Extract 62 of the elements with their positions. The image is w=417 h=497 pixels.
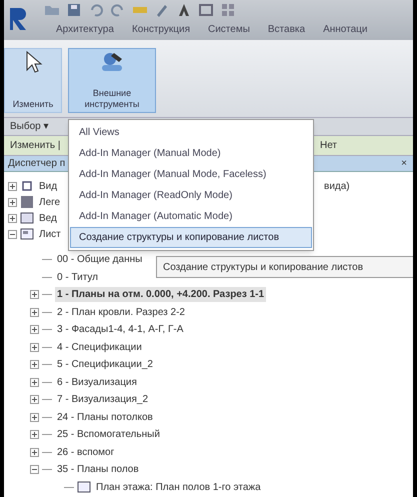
- close-button[interactable]: ×: [401, 156, 407, 171]
- view-icon[interactable]: [198, 2, 214, 18]
- expand-icon[interactable]: [30, 412, 39, 422]
- ribbon-tab[interactable]: Системы: [200, 20, 258, 38]
- tree-item[interactable]: 25 - Вспомогательный: [55, 427, 162, 442]
- sheet-icon: [77, 481, 91, 494]
- expand-icon[interactable]: [30, 430, 39, 440]
- pen-icon[interactable]: [154, 2, 170, 18]
- ribbon-button[interactable]: Внешние инструменты: [68, 48, 156, 113]
- collapse-icon[interactable]: [8, 230, 17, 238]
- tree-item[interactable]: 0 - Титул: [55, 270, 100, 285]
- ribbon-tab[interactable]: Архитектура: [48, 20, 122, 38]
- expand-icon[interactable]: [8, 182, 17, 190]
- expand-icon[interactable]: [8, 214, 17, 222]
- expand-icon[interactable]: [30, 290, 39, 300]
- menu-item[interactable]: Add-In Manager (ReadOnly Mode): [70, 185, 312, 206]
- expand-icon[interactable]: [30, 360, 39, 370]
- options-label: Изменить |: [9, 139, 60, 153]
- tree-item[interactable]: Лист: [37, 226, 63, 242]
- tree-item[interactable]: 26 - вспомог: [55, 444, 116, 460]
- expand-icon[interactable]: [30, 325, 39, 334]
- tooltip: Создание структуры и копирование листов: [156, 256, 413, 278]
- schedule-icon: [20, 211, 34, 225]
- ribbon-tab[interactable]: Конструкция: [124, 20, 198, 38]
- tree-item[interactable]: Леге: [37, 194, 62, 210]
- tree-item[interactable]: 4 - Спецификации: [55, 340, 144, 355]
- tree-item[interactable]: 7 - Визуализация_2: [55, 392, 150, 408]
- tree-item[interactable]: 6 - Визуализация: [55, 374, 139, 390]
- sheets-icon: [20, 227, 34, 241]
- expand-icon[interactable]: [30, 448, 39, 457]
- options-value: Нет: [320, 139, 337, 153]
- text-icon[interactable]: [176, 2, 192, 18]
- panel-label[interactable]: Выбор ▾: [4, 119, 48, 134]
- browser-title: Диспетчер п: [7, 157, 66, 171]
- save-icon[interactable]: [66, 2, 82, 18]
- ribbon-button[interactable]: Изменить: [4, 48, 62, 113]
- collapse-icon[interactable]: [30, 465, 39, 474]
- expand-icon[interactable]: [30, 395, 39, 404]
- tree-item[interactable]: 35 - Планы полов: [55, 462, 141, 478]
- legend-icon: [20, 195, 34, 209]
- menu-item[interactable]: All Views: [70, 122, 312, 143]
- ribbon-tab[interactable]: Аннотаци: [315, 20, 376, 38]
- tree-item[interactable]: 5 - Спецификации_2: [55, 357, 155, 372]
- tree-item[interactable]: Вид: [37, 178, 60, 194]
- menu-item[interactable]: Add-In Manager (Manual Mode): [70, 143, 312, 164]
- tree-item[interactable]: План этажа: План полов 1-го этажа: [94, 480, 263, 495]
- expand-icon[interactable]: [30, 342, 39, 352]
- tree-item-text: вида): [324, 180, 350, 194]
- tree-item[interactable]: 00 - Общие данны: [55, 252, 144, 268]
- ribbon-tab[interactable]: Вставка: [260, 20, 314, 38]
- menu-item[interactable]: Add-In Manager (Automatic Mode): [70, 206, 312, 227]
- tree-item[interactable]: 3 - Фасады1-4, 4-1, А-Г, Г-А: [55, 322, 186, 338]
- tree-item[interactable]: 1 - Планы на отм. 0.000, +4.200. Разрез 1-1: [55, 287, 266, 302]
- expand-icon[interactable]: [30, 308, 39, 317]
- menu-item[interactable]: Создание структуры и копирование листов: [70, 227, 312, 248]
- menu-item[interactable]: Add-In Manager (Manual Mode, Faceless): [70, 164, 312, 185]
- tree-item[interactable]: 2 - План кровли. Разрез 2-2: [55, 304, 187, 320]
- expand-icon[interactable]: [8, 198, 17, 206]
- views-icon: [20, 179, 34, 193]
- tree-item[interactable]: Вед: [37, 210, 59, 226]
- expand-icon[interactable]: [30, 378, 39, 387]
- tree-item[interactable]: 24 - Планы потолков: [55, 410, 155, 425]
